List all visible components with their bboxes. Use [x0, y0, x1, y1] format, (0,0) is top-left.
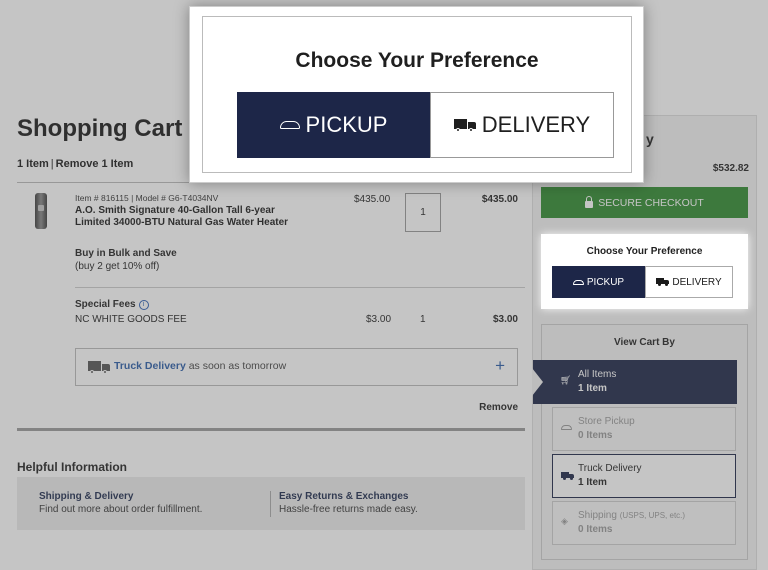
- delivery-text: Truck Delivery as soon as tomorrow: [114, 360, 286, 372]
- pickup-toggle-small[interactable]: PICKUP: [552, 266, 645, 298]
- preference-widget-title: Choose Your Preference: [586, 246, 703, 257]
- delivery-option-panel[interactable]: Truck Delivery as soon as tomorrow +: [75, 348, 518, 386]
- item-count-line: 1 Item | Remove 1 Item: [17, 158, 134, 170]
- unit-price: $435.00: [354, 194, 391, 205]
- special-fees-title: Special Fees i: [75, 299, 149, 310]
- fee-quantity: 1: [420, 314, 426, 325]
- fee-total: $3.00: [492, 314, 518, 325]
- divider: [17, 428, 525, 431]
- view-item-name: Truck Delivery: [578, 463, 642, 474]
- divider: [75, 287, 525, 288]
- product-image[interactable]: [35, 193, 47, 229]
- truck-icon: [453, 119, 476, 132]
- shipping-delivery-link[interactable]: Shipping & Delivery Find out more about …: [39, 491, 202, 515]
- view-item-name: Store Pickup: [578, 416, 635, 427]
- delivery-button[interactable]: DELIVERY: [430, 92, 614, 158]
- truck-icon: [88, 361, 110, 374]
- preference-widget: Choose Your Preference PICKUP DELIVERY: [541, 234, 748, 309]
- view-item-count: 0 Items: [578, 430, 613, 441]
- bulk-offer-detail: (buy 2 get 10% off): [75, 261, 160, 272]
- pickup-button[interactable]: PICKUP: [237, 92, 430, 158]
- pickup-label: PICKUP: [586, 276, 625, 288]
- returns-text: Hassle-free returns made easy.: [279, 504, 418, 515]
- active-indicator: [532, 368, 543, 396]
- view-all-items[interactable]: 🛒︎ All Items 1 Item: [533, 360, 737, 404]
- pickup-label: PICKUP: [305, 112, 388, 137]
- truck-icon: [656, 278, 670, 286]
- returns-link[interactable]: Easy Returns & Exchanges Hassle-free ret…: [279, 491, 418, 515]
- view-shipping[interactable]: ◈ Shipping (USPS, UPS, etc.) 0 Items: [552, 501, 736, 545]
- view-item-count: 0 Items: [578, 524, 613, 535]
- secure-checkout-button[interactable]: SECURE CHECKOUT: [541, 187, 748, 218]
- preference-modal: Choose Your Preference PICKUP DELIVERY: [189, 6, 644, 183]
- remove-all-link[interactable]: Remove 1 Item: [56, 158, 134, 170]
- cart-icon: 🛒︎: [560, 375, 572, 385]
- pickup-icon: [572, 279, 584, 285]
- quantity-input[interactable]: 1: [405, 193, 441, 232]
- returns-title: Easy Returns & Exchanges: [279, 491, 409, 502]
- shipping-delivery-text: Find out more about order fulfillment.: [39, 504, 203, 515]
- item-name-link[interactable]: A.O. Smith Signature 40-Gallon Tall 6-ye…: [75, 205, 305, 229]
- pickup-icon: [279, 121, 300, 129]
- secure-checkout-label: SECURE CHECKOUT: [598, 196, 704, 209]
- view-item-name-text: Shipping: [578, 510, 617, 521]
- modal-title: Choose Your Preference: [295, 49, 539, 72]
- shipping-delivery-title: Shipping & Delivery: [39, 491, 134, 502]
- pickup-icon: [561, 425, 572, 430]
- delivery-method: Truck Delivery: [114, 360, 186, 372]
- view-item-count: 1 Item: [578, 383, 607, 394]
- delivery-label: DELIVERY: [481, 112, 591, 137]
- view-item-note: (USPS, UPS, etc.): [619, 511, 686, 520]
- expand-icon[interactable]: +: [495, 356, 505, 376]
- view-item-name: All Items: [578, 369, 617, 380]
- special-fees-label: Special Fees: [75, 299, 136, 310]
- helpful-info-box: Shipping & Delivery Find out more about …: [17, 477, 525, 530]
- fee-name: NC WHITE GOODS FEE: [75, 314, 187, 325]
- item-count: 1 Item: [17, 158, 49, 170]
- delivery-label: DELIVERY: [672, 276, 722, 288]
- lock-icon: [585, 196, 594, 208]
- package-icon: ◈: [561, 516, 568, 526]
- view-item-name: Shipping (USPS, UPS, etc.): [578, 510, 685, 521]
- view-item-count: 1 Item: [578, 477, 607, 488]
- helpful-info-title: Helpful Information: [17, 460, 127, 474]
- order-subtotal: $532.82: [712, 163, 749, 174]
- modal-frame: Choose Your Preference PICKUP DELIVERY: [202, 16, 632, 173]
- view-store-pickup[interactable]: Store Pickup 0 Items: [552, 407, 736, 451]
- line-total: $435.00: [481, 194, 518, 205]
- truck-icon: [561, 472, 574, 480]
- info-icon[interactable]: i: [138, 300, 149, 310]
- delivery-toggle-small[interactable]: DELIVERY: [645, 266, 733, 298]
- divider: [270, 491, 271, 517]
- item-meta: Item # 816115 | Model # G6-T4034NV: [75, 193, 219, 203]
- remove-item-link[interactable]: Remove: [479, 402, 518, 413]
- bulk-offer-title: Buy in Bulk and Save: [75, 248, 177, 259]
- view-cart-by-title: View Cart By: [614, 337, 675, 348]
- delivery-eta: as soon as tomorrow: [185, 360, 287, 372]
- view-truck-delivery[interactable]: Truck Delivery 1 Item: [552, 454, 736, 498]
- fee-price: $3.00: [366, 314, 392, 325]
- order-summary-heading: y: [646, 131, 654, 147]
- page-title: Shopping Cart: [17, 115, 183, 142]
